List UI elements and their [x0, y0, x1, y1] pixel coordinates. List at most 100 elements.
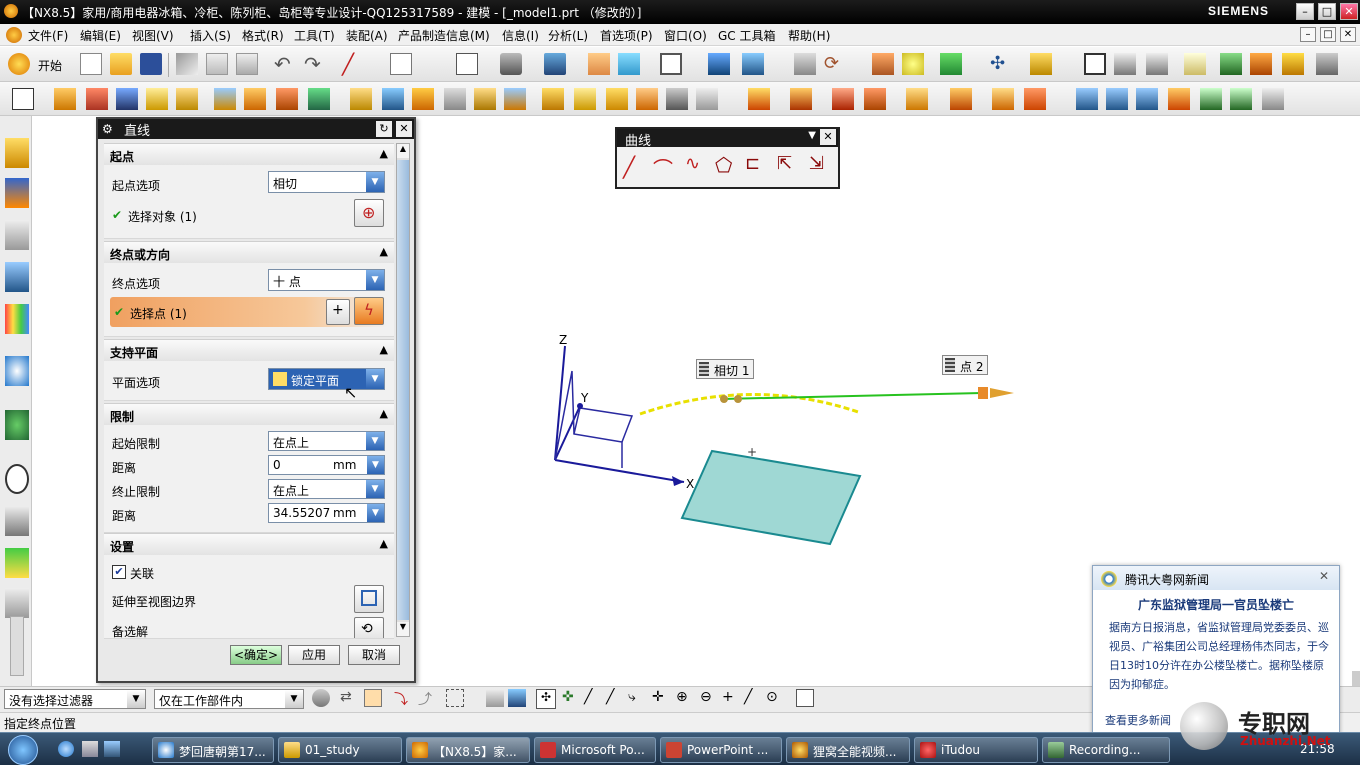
section-start-header[interactable]: 起点 ▲: [104, 143, 394, 165]
windows-start-icon[interactable]: [8, 735, 38, 765]
revolve-icon[interactable]: [86, 88, 108, 110]
save-icon[interactable]: [140, 53, 162, 75]
line-icon[interactable]: ╱: [342, 53, 364, 75]
cancel-button[interactable]: 取消: [348, 645, 400, 665]
menu-help[interactable]: 帮助(H): [788, 27, 830, 44]
replace-face-icon[interactable]: [864, 88, 886, 110]
collapse-icon[interactable]: ▲: [380, 407, 388, 420]
snap-b-icon[interactable]: [364, 689, 382, 707]
section-plane-header[interactable]: 支持平面 ▲: [104, 339, 394, 361]
select-body-icon[interactable]: [486, 689, 504, 707]
intersection-snap-icon[interactable]: ✛: [652, 689, 670, 707]
close-button[interactable]: ✕: [1340, 3, 1358, 20]
curve-toolbar-close-icon[interactable]: ✕: [820, 129, 836, 145]
spline-tool-icon[interactable]: ∿: [685, 153, 700, 174]
draft-icon[interactable]: [474, 88, 496, 110]
scroll-thumb[interactable]: [397, 160, 409, 620]
news-more-link[interactable]: 查看更多新闻: [1105, 712, 1171, 728]
reset-icon[interactable]: ↻: [376, 121, 392, 137]
filter-settings-icon[interactable]: [312, 689, 330, 707]
midpoint-snap-icon[interactable]: ╱: [606, 689, 624, 707]
curve-toolbar-header[interactable]: 曲线 ▼ ✕: [617, 129, 838, 149]
point-dialog-button[interactable]: ⊕: [354, 199, 384, 227]
select-object-label[interactable]: 选择对象 (1): [128, 208, 197, 225]
cross-section-icon[interactable]: [992, 88, 1014, 110]
collapse-icon[interactable]: ▲: [380, 537, 388, 550]
background-icon[interactable]: [660, 53, 682, 75]
scope-filter-select[interactable]: 仅在工作部件内 ▼: [154, 689, 304, 709]
end-limit-select[interactable]: 在点上 ▼: [268, 479, 385, 499]
cylinder-icon[interactable]: [146, 88, 168, 110]
task-item-6[interactable]: 狸窝全能视频...: [786, 737, 910, 763]
inferred-point-button[interactable]: ϟ: [354, 297, 384, 325]
menu-format[interactable]: 格式(R): [242, 27, 284, 44]
scroll-down-icon[interactable]: ▼: [397, 622, 409, 636]
polygon-tool-icon[interactable]: ⬠: [715, 153, 732, 177]
arc-center-snap-icon[interactable]: ⊕: [676, 689, 694, 707]
offset-region-icon[interactable]: [950, 88, 972, 110]
spin-down-icon[interactable]: ▼: [367, 504, 384, 522]
block-icon[interactable]: [116, 88, 138, 110]
hole-icon[interactable]: [214, 88, 236, 110]
minimize-button[interactable]: –: [1296, 3, 1314, 20]
arc-tool-icon[interactable]: ⌒: [653, 153, 673, 182]
extrude-icon[interactable]: [54, 88, 76, 110]
subtract-icon[interactable]: [574, 88, 596, 110]
point-constructor-button[interactable]: +: [326, 299, 350, 325]
reuse-library-icon[interactable]: [5, 262, 29, 292]
ie-icon[interactable]: [58, 741, 74, 757]
task-item-1[interactable]: 梦回唐朝第17...: [152, 737, 274, 763]
task-item-3[interactable]: 【NX8.5】家...: [406, 737, 530, 763]
section-limits-header[interactable]: 限制 ▲: [104, 403, 394, 425]
measure-distance-icon[interactable]: [794, 53, 816, 75]
dialog-settings-icon[interactable]: ⚙: [102, 122, 113, 136]
shell-icon[interactable]: [444, 88, 466, 110]
start-icon[interactable]: [8, 53, 30, 75]
cone-icon[interactable]: [176, 88, 198, 110]
maximize-button[interactable]: □: [1318, 3, 1336, 20]
trim-curve-icon[interactable]: ⇲: [809, 153, 824, 174]
existing-point-snap-icon[interactable]: +: [722, 689, 740, 707]
tool-c-icon[interactable]: [1282, 53, 1304, 75]
wcs-icon[interactable]: [618, 53, 640, 75]
render-style-icon[interactable]: [500, 53, 522, 75]
plane-icon[interactable]: [940, 53, 962, 75]
rect-select-icon[interactable]: [446, 689, 464, 707]
menu-pmi[interactable]: 产品制造信息(M): [398, 27, 490, 44]
move-object-icon[interactable]: [708, 53, 730, 75]
offset-curve-icon[interactable]: ⊏: [745, 153, 760, 174]
web-browser-icon[interactable]: [5, 356, 29, 386]
dialog-close-icon[interactable]: ✕: [396, 121, 412, 137]
pocket-icon[interactable]: [276, 88, 298, 110]
dialog-title-bar[interactable]: ⚙ 直线 ↻ ✕: [98, 119, 414, 139]
news-close-icon[interactable]: ✕: [1319, 569, 1329, 583]
surface-c-icon[interactable]: [1136, 88, 1158, 110]
select-face-icon[interactable]: [508, 689, 526, 707]
copy-icon[interactable]: [206, 53, 228, 75]
resource-bar-scroll[interactable]: [10, 616, 24, 676]
snap-enable-icon[interactable]: ✜: [562, 689, 580, 707]
collapse-icon[interactable]: ▲: [380, 245, 388, 258]
pmi-icon[interactable]: [1184, 53, 1206, 75]
layer-settings-icon[interactable]: [1114, 53, 1136, 75]
extend-view-bounds-button[interactable]: [354, 585, 384, 613]
cut-icon[interactable]: [176, 53, 198, 75]
redo-icon[interactable]: ↷: [304, 53, 326, 75]
explorer-quick-icon[interactable]: [82, 741, 98, 757]
menu-tools[interactable]: 工具(T): [294, 27, 335, 44]
sketch-icon[interactable]: [12, 88, 34, 110]
collapse-icon[interactable]: ▲: [380, 147, 388, 160]
blend-icon[interactable]: [382, 88, 404, 110]
surface-f-icon[interactable]: [1230, 88, 1252, 110]
history-icon[interactable]: [5, 410, 29, 440]
ruler-icon[interactable]: [1030, 53, 1052, 75]
section-settings-header[interactable]: 设置 ▲: [104, 533, 394, 555]
menu-analysis[interactable]: 分析(L): [548, 27, 588, 44]
plane-option-select[interactable]: 锁定平面 ▼: [268, 368, 385, 390]
part-navigator-icon[interactable]: [5, 220, 29, 250]
news-headline[interactable]: 广东监狱管理局一官员坠楼亡: [1093, 596, 1339, 613]
direction-arrow-icon[interactable]: [990, 388, 1014, 398]
distance1-input[interactable]: 0 mm ▼: [268, 455, 385, 475]
clock-icon[interactable]: [5, 464, 29, 494]
tool-b-icon[interactable]: [1250, 53, 1272, 75]
